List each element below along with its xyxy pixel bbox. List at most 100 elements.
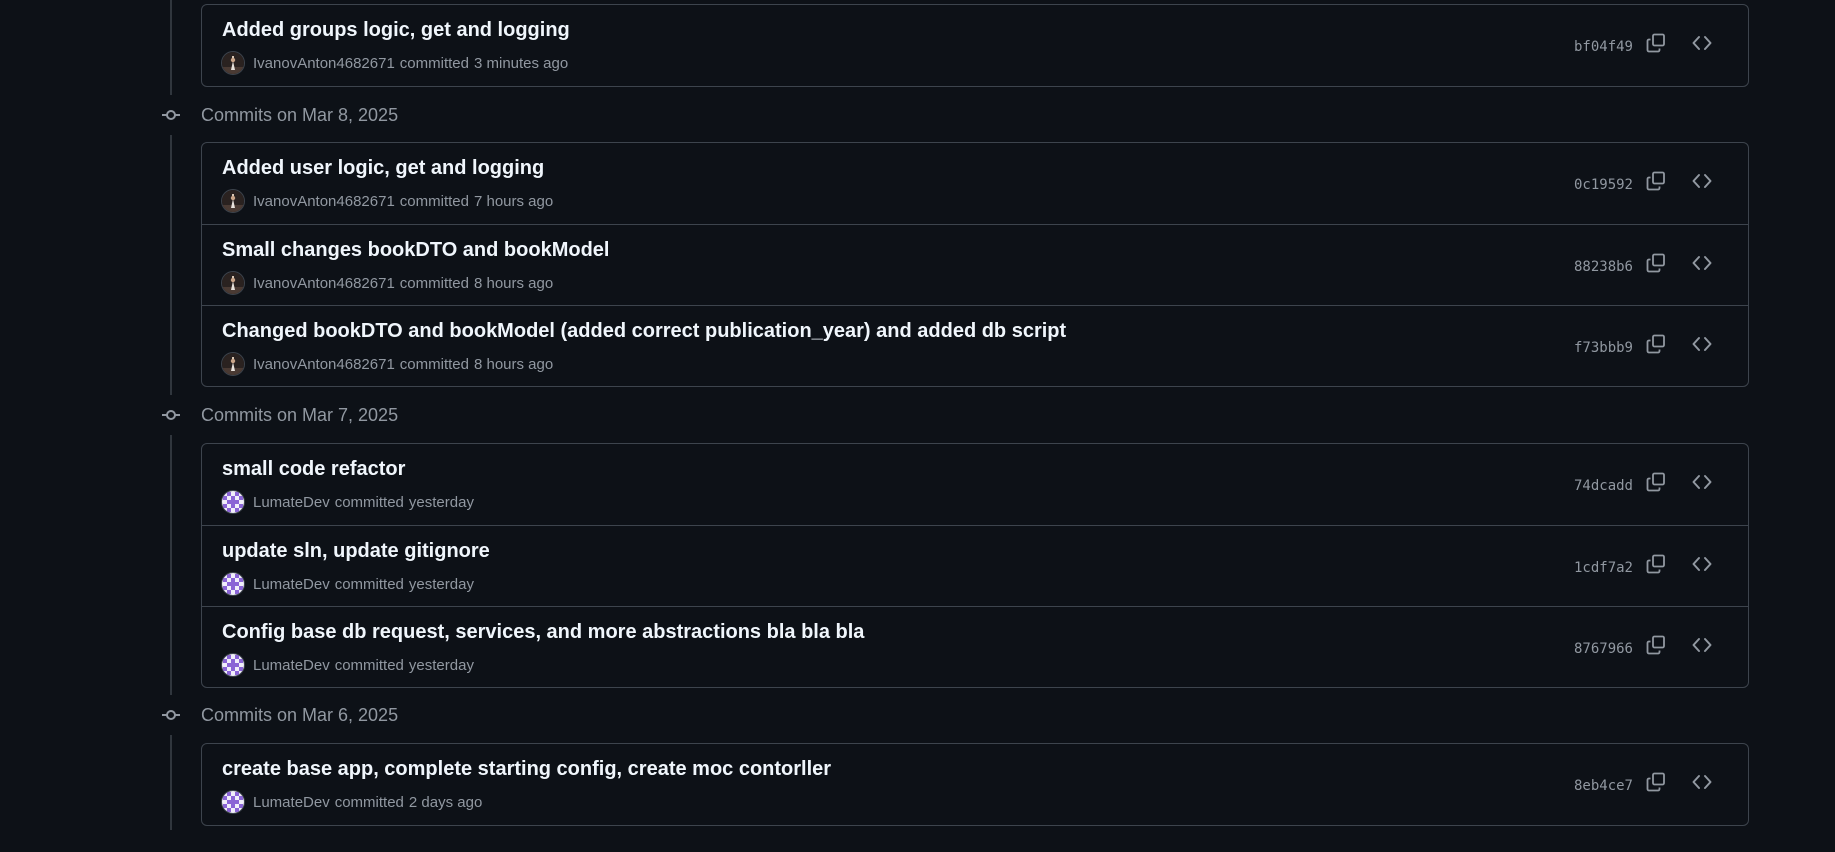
commit-author-link[interactable]: LumateDev — [253, 494, 330, 511]
commit-row: update sln, update gitignore LumateDev c… — [202, 525, 1748, 606]
commit-action: committed — [334, 656, 404, 674]
commit-meta: IvanovAnton4682671 committed 8 hours ago — [222, 352, 553, 376]
copy-icon — [1646, 554, 1666, 579]
commits-date-header: Commits on Mar 6, 2025 — [160, 700, 398, 730]
author-avatar[interactable] — [222, 791, 244, 813]
commits-date-label: Commits on Mar 7, 2025 — [201, 404, 399, 425]
commit-sha-link[interactable]: 8767966 — [1574, 641, 1633, 657]
copy-sha-button[interactable] — [1642, 770, 1670, 798]
commit-meta: IvanovAnton4682671 committed 3 minutes a… — [222, 51, 568, 75]
commit-action: committed — [399, 192, 469, 210]
commit-author-link[interactable]: IvanovAnton4682671 — [253, 356, 395, 373]
copy-icon — [1646, 635, 1666, 660]
commit-sha-link[interactable]: bf04f49 — [1574, 39, 1633, 55]
author-avatar[interactable] — [222, 573, 244, 595]
commit-meta: IvanovAnton4682671 committed 7 hours ago — [222, 189, 553, 213]
commit-time: 2 days ago — [408, 793, 483, 811]
commit-sha-link[interactable]: 74dcadd — [1574, 478, 1633, 494]
commit-author-link[interactable]: LumateDev — [253, 794, 330, 811]
commit-time: yesterday — [408, 656, 474, 674]
commit-list: create base app, complete starting confi… — [201, 743, 1749, 826]
commit-row: create base app, complete starting confi… — [202, 744, 1748, 825]
commit-action: committed — [334, 493, 404, 511]
commit-time: 8 hours ago — [473, 274, 554, 292]
browse-repo-button[interactable] — [1688, 470, 1716, 498]
commit-row: Added user logic, get and logging Ivanov… — [202, 143, 1748, 224]
copy-sha-button[interactable] — [1642, 552, 1670, 580]
browse-repo-button[interactable] — [1688, 169, 1716, 197]
timeline-line — [170, 735, 172, 830]
code-icon — [1692, 334, 1712, 359]
browse-repo-button[interactable] — [1688, 251, 1716, 279]
code-icon — [1692, 171, 1712, 196]
timeline-line — [170, 0, 172, 95]
commit-time: yesterday — [408, 575, 474, 593]
author-avatar[interactable] — [222, 491, 244, 513]
commit-history: Commits on Mar 8, 2025 Commits on Mar 7,… — [0, 0, 1835, 852]
commit-sha-link[interactable]: 1cdf7a2 — [1574, 560, 1633, 576]
commit-author-link[interactable]: LumateDev — [253, 576, 330, 593]
author-avatar[interactable] — [222, 272, 244, 294]
commit-meta: LumateDev committed yesterday — [222, 572, 474, 596]
commit-author-link[interactable]: IvanovAnton4682671 — [253, 275, 395, 292]
copy-sha-button[interactable] — [1642, 470, 1670, 498]
browse-repo-button[interactable] — [1688, 770, 1716, 798]
author-avatar[interactable] — [222, 353, 244, 375]
commit-sha-link[interactable]: 88238b6 — [1574, 259, 1633, 275]
author-avatar[interactable] — [222, 654, 244, 676]
commit-list: Added groups logic, get and logging Ivan… — [201, 4, 1749, 87]
copy-icon — [1646, 253, 1666, 278]
commit-time: yesterday — [408, 493, 474, 511]
copy-icon — [1646, 171, 1666, 196]
code-icon — [1692, 635, 1712, 660]
copy-icon — [1646, 334, 1666, 359]
commit-action: committed — [334, 575, 404, 593]
code-icon — [1692, 472, 1712, 497]
commit-row: Changed bookDTO and bookModel (added cor… — [202, 305, 1748, 386]
commit-row: Added groups logic, get and logging Ivan… — [202, 5, 1748, 86]
commit-title-link[interactable]: Small changes bookDTO and bookModel — [222, 239, 609, 262]
commits-date-label: Commits on Mar 6, 2025 — [201, 704, 399, 725]
commits-date-header: Commits on Mar 7, 2025 — [160, 400, 398, 430]
copy-icon — [1646, 33, 1666, 58]
copy-sha-button[interactable] — [1642, 31, 1670, 59]
commit-author-link[interactable]: IvanovAnton4682671 — [253, 55, 395, 72]
commit-meta: LumateDev committed 2 days ago — [222, 790, 482, 814]
commit-title-link[interactable]: Changed bookDTO and bookModel (added cor… — [222, 320, 1066, 343]
commit-author-link[interactable]: IvanovAnton4682671 — [253, 193, 395, 210]
commit-action: committed — [334, 793, 404, 811]
author-avatar[interactable] — [222, 190, 244, 212]
commit-meta: LumateDev committed yesterday — [222, 653, 474, 677]
git-commit-icon — [160, 404, 182, 426]
commit-sha-link[interactable]: 0c19592 — [1574, 177, 1633, 193]
copy-sha-button[interactable] — [1642, 633, 1670, 661]
commit-sha-link[interactable]: 8eb4ce7 — [1574, 778, 1633, 794]
copy-sha-button[interactable] — [1642, 251, 1670, 279]
commit-sha-link[interactable]: f73bbb9 — [1574, 340, 1633, 356]
commits-date-label: Commits on Mar 8, 2025 — [201, 104, 399, 125]
browse-repo-button[interactable] — [1688, 332, 1716, 360]
copy-sha-button[interactable] — [1642, 332, 1670, 360]
commits-date-header: Commits on Mar 8, 2025 — [160, 100, 398, 130]
browse-repo-button[interactable] — [1688, 31, 1716, 59]
commit-row: small code refactor LumateDev committed … — [202, 444, 1748, 525]
commit-title-link[interactable]: small code refactor — [222, 458, 405, 481]
commit-title-link[interactable]: update sln, update gitignore — [222, 540, 490, 563]
author-avatar[interactable] — [222, 52, 244, 74]
commit-title-link[interactable]: Config base db request, services, and mo… — [222, 621, 864, 644]
git-commit-icon — [160, 104, 182, 126]
copy-icon — [1646, 472, 1666, 497]
copy-sha-button[interactable] — [1642, 169, 1670, 197]
browse-repo-button[interactable] — [1688, 633, 1716, 661]
commit-title-link[interactable]: create base app, complete starting confi… — [222, 758, 831, 781]
commit-time: 8 hours ago — [473, 355, 554, 373]
commit-title-link[interactable]: Added groups logic, get and logging — [222, 19, 570, 42]
commit-list: small code refactor LumateDev committed … — [201, 443, 1749, 688]
commit-title-link[interactable]: Added user logic, get and logging — [222, 157, 544, 180]
code-icon — [1692, 772, 1712, 797]
browse-repo-button[interactable] — [1688, 552, 1716, 580]
commit-list: Added user logic, get and logging Ivanov… — [201, 142, 1749, 387]
commit-author-link[interactable]: LumateDev — [253, 657, 330, 674]
code-icon — [1692, 33, 1712, 58]
timeline-line — [170, 435, 172, 695]
